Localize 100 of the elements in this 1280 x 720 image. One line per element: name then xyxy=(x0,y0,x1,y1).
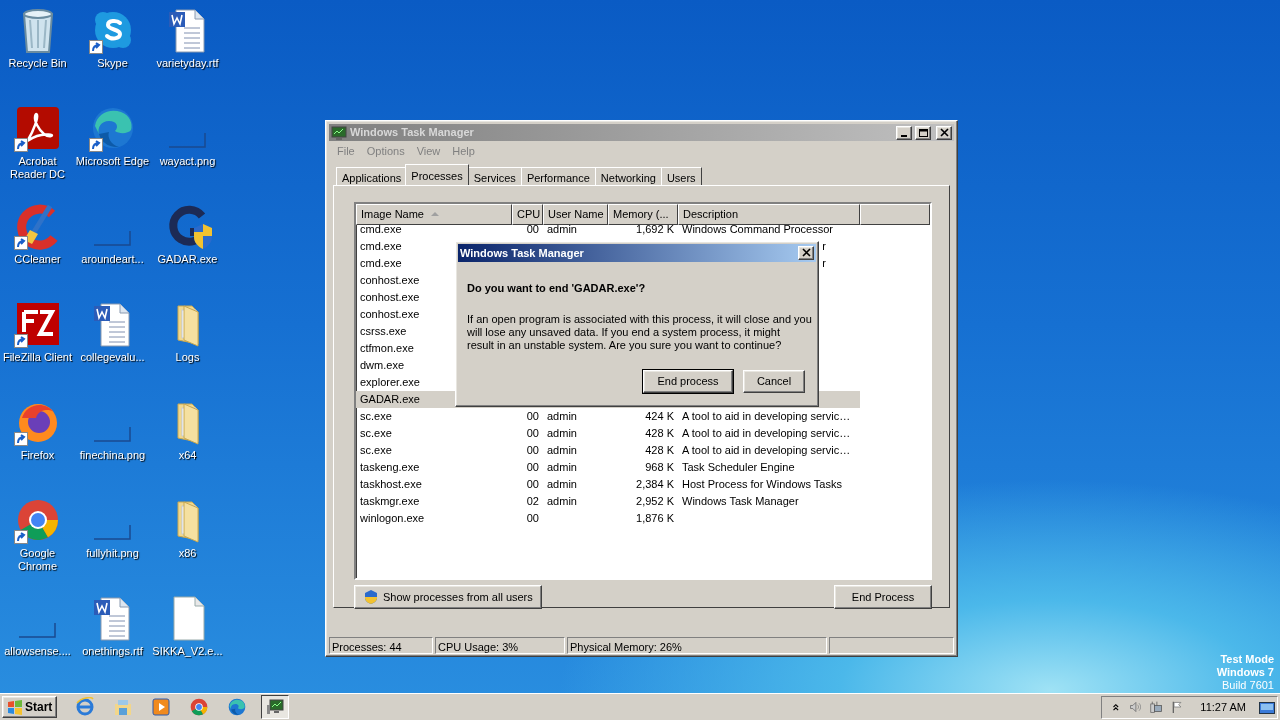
dialog-heading: Do you want to end 'GADAR.exe'? xyxy=(467,281,647,296)
chevron-icon xyxy=(1112,701,1120,713)
icon-label[interactable]: varietyday.rtf xyxy=(150,57,225,70)
table-cell-text: GADAR.exe xyxy=(359,392,421,407)
table-cell-text: sc.exe xyxy=(359,409,393,424)
browser-icon xyxy=(75,697,96,717)
column-header[interactable]: Description xyxy=(678,204,860,225)
table-cell-text: admin xyxy=(546,409,578,424)
media-player-icon xyxy=(151,697,172,717)
tab[interactable]: Users xyxy=(660,167,702,185)
table-cell-text: 424 K xyxy=(644,409,675,424)
table-cell-text: admin xyxy=(546,494,578,509)
tab[interactable]: Networking xyxy=(594,167,662,185)
icon-label[interactable]: Skype xyxy=(75,57,150,70)
minimize-button[interactable] xyxy=(896,125,912,140)
tab[interactable]: Processes xyxy=(405,164,469,185)
flag-icon xyxy=(1171,699,1184,715)
table-cell-text: 2,384 K xyxy=(635,477,675,492)
table-cell-text: admin xyxy=(546,477,578,492)
table-cell-text: conhost.exe xyxy=(359,307,421,322)
icon-label[interactable]: x64 xyxy=(150,449,225,462)
speaker-icon xyxy=(1128,699,1141,715)
taskbar-button[interactable] xyxy=(261,695,290,719)
status-text: Processes: 44 xyxy=(329,637,433,654)
table-cell-text: conhost.exe xyxy=(359,273,421,288)
table-cell-text: 1,876 K xyxy=(635,511,675,526)
table-cell-text: Task Scheduler Engine xyxy=(681,460,796,475)
folder-icon xyxy=(113,697,134,717)
table-cell-text: A tool to aid in developing servic… xyxy=(681,426,852,441)
icon-label[interactable]: aroundeart... xyxy=(75,253,150,266)
notice-text: Build 7601 xyxy=(1221,679,1274,692)
table-cell-text: explorer.exe xyxy=(359,375,421,390)
table-cell-text: admin xyxy=(546,426,578,441)
dialog-button[interactable]: Cancel xyxy=(743,369,805,393)
table-cell-text: Windows Command Processor xyxy=(681,222,834,237)
default-button[interactable]: End process xyxy=(643,369,733,393)
show-all-users-button[interactable]: Show processes from all users xyxy=(354,585,542,609)
icon-label[interactable]: CCleaner xyxy=(0,253,75,266)
network-icon xyxy=(1149,699,1163,715)
tab[interactable]: Applications xyxy=(336,167,408,185)
table-cell-text: Windows Task Manager xyxy=(681,494,800,509)
icon-label[interactable]: finechina.png xyxy=(75,449,150,462)
icon-label[interactable]: allowsense.... xyxy=(0,645,75,658)
table-cell-text: A tool to aid in developing servic… xyxy=(681,443,852,458)
table-cell-text: 428 K xyxy=(644,443,675,458)
table-cell-text: csrss.exe xyxy=(359,324,408,339)
icon-label[interactable]: SIKKA_V2.e... xyxy=(150,645,225,658)
start-button[interactable]: Start xyxy=(2,696,58,718)
close-icon xyxy=(800,248,812,258)
status-text: CPU Usage: 3% xyxy=(435,637,565,654)
end-process-button[interactable]: End Process xyxy=(834,585,932,609)
icon-label[interactable]: x86 xyxy=(150,547,225,560)
icon-label[interactable]: onethings.rtf xyxy=(75,645,150,658)
icon-label[interactable]: FileZilla Client xyxy=(0,351,75,364)
column-header[interactable]: Image Name xyxy=(356,204,512,225)
column-header[interactable]: Memory (... xyxy=(608,204,678,225)
window-title: Windows Task Manager xyxy=(350,125,475,141)
table-cell-text: 02 xyxy=(525,494,540,509)
table-cell-text: A tool to aid in developing servic… xyxy=(681,409,852,424)
table-cell-text: 00 xyxy=(525,409,540,424)
maximize-button[interactable] xyxy=(915,125,931,140)
icon-label[interactable]: Google Chrome xyxy=(0,547,75,573)
table-cell-text: admin xyxy=(546,460,578,475)
close-button[interactable] xyxy=(936,125,952,140)
monitor-icon xyxy=(331,124,347,141)
table-cell-text: dwm.exe xyxy=(359,358,406,373)
icon-label[interactable]: collegevalu... xyxy=(75,351,150,364)
table-cell-text: taskeng.exe xyxy=(359,460,421,475)
table-cell-text: 1,692 K xyxy=(635,222,675,237)
table-cell-text: sc.exe xyxy=(359,426,393,441)
tab[interactable]: Services xyxy=(467,167,522,185)
icon-label[interactable]: Recycle Bin xyxy=(0,57,75,70)
column-header[interactable]: CPU xyxy=(512,204,543,225)
table-cell-text: 428 K xyxy=(644,426,675,441)
table-cell-text: 00 xyxy=(525,222,540,237)
column-header[interactable]: User Name xyxy=(543,204,608,225)
icon-label[interactable]: GADAR.exe xyxy=(150,253,225,266)
table-cell-text: r xyxy=(821,239,827,254)
notice-text: Windows 7 xyxy=(1216,666,1274,679)
icon-label[interactable]: Microsoft Edge xyxy=(75,155,150,168)
close-button[interactable] xyxy=(798,246,814,260)
table-cell-text: 00 xyxy=(525,443,540,458)
shield-icon xyxy=(363,589,379,605)
table-cell-text: 2,952 K xyxy=(635,494,675,509)
browser-icon xyxy=(189,697,210,717)
minimize-icon xyxy=(901,134,907,137)
icon-label[interactable]: Firefox xyxy=(0,449,75,462)
table-cell-text: admin xyxy=(546,443,578,458)
status-text: Physical Memory: 26% xyxy=(567,637,827,654)
icon-label[interactable]: wayact.png xyxy=(150,155,225,168)
table-cell-text: ctfmon.exe xyxy=(359,341,415,356)
icon-label[interactable]: fullyhit.png xyxy=(75,547,150,560)
dialog-title: Windows Task Manager xyxy=(460,245,584,261)
browser-icon xyxy=(227,697,248,717)
tab[interactable]: Performance xyxy=(520,167,596,185)
table-cell-text: taskmgr.exe xyxy=(359,494,421,509)
table-cell-text: 00 xyxy=(525,511,540,526)
icon-label[interactable]: Logs xyxy=(150,351,225,364)
icon-label[interactable]: Acrobat Reader DC xyxy=(0,155,75,181)
maximize-icon xyxy=(917,127,929,138)
